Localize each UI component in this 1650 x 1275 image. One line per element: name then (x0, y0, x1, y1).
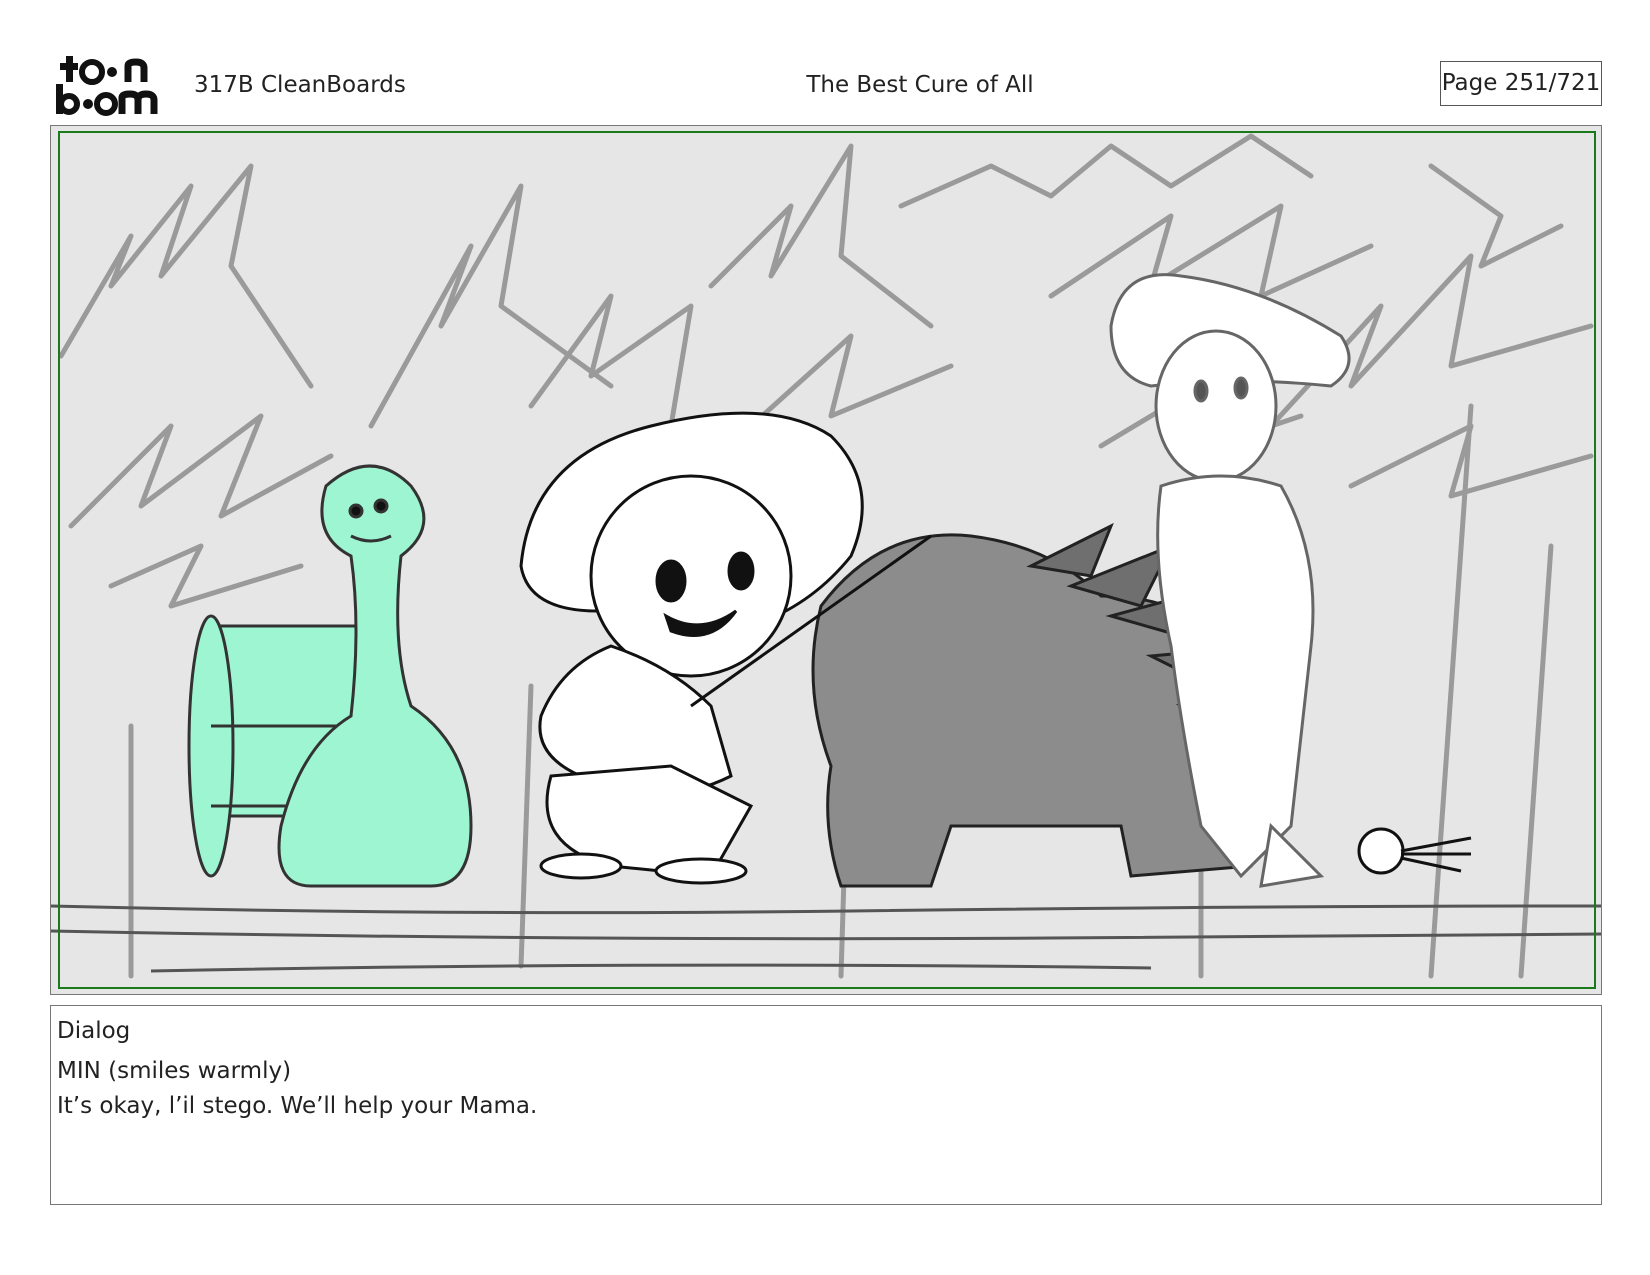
storyboard-sketch (51, 131, 1601, 989)
turnip (1357, 827, 1472, 875)
dialog-heading: Dialog (57, 1018, 131, 1044)
episode-title: The Best Cure of All (806, 72, 1034, 98)
storyboard-panel (50, 125, 1602, 995)
dialog-box: Dialog MIN (smiles warmly) It’s okay, l’… (50, 1005, 1602, 1205)
dialog-line: MIN (smiles warmly) (57, 1058, 292, 1084)
dialog-line: It’s okay, l’il stego. We’ll help your M… (57, 1093, 538, 1119)
page-indicator: Page 251/721 (1440, 61, 1602, 106)
ground-lines (51, 904, 1601, 973)
